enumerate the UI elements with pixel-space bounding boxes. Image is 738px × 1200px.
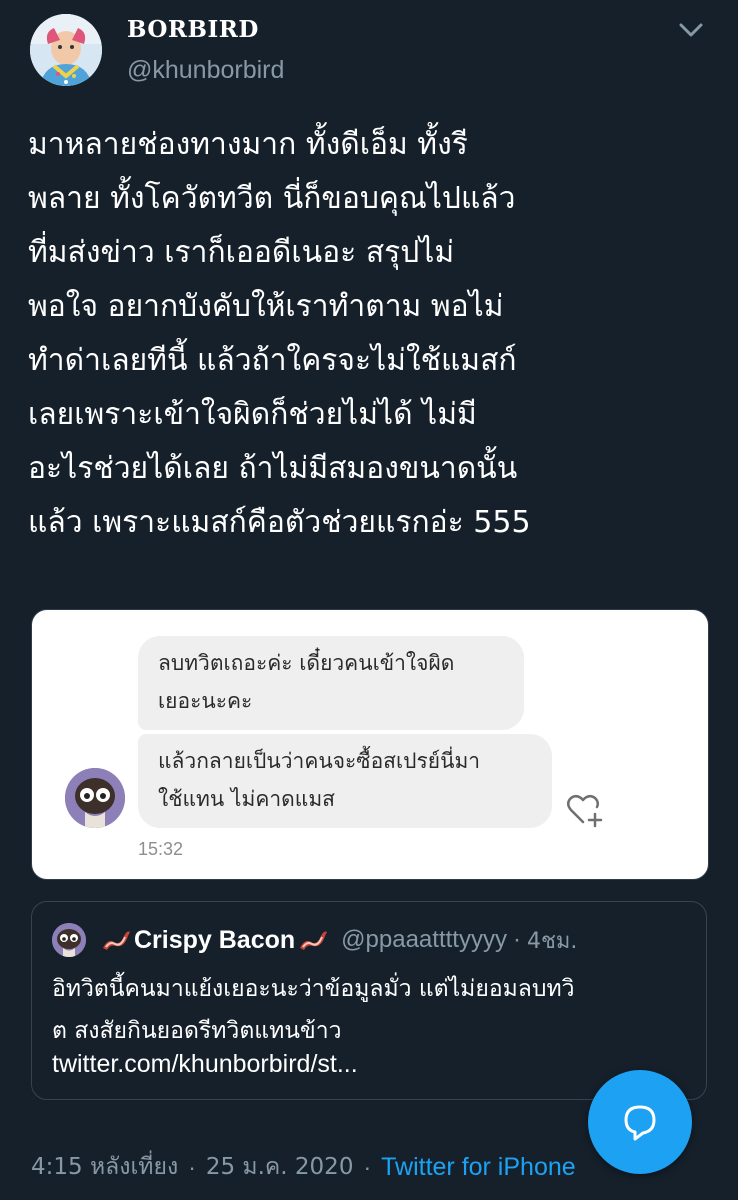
quoted-author-row: Crispy Bacon @ppaaattttyyyy · 4ชม.	[100, 922, 577, 958]
quoted-tweet-time: 4ชม.	[526, 928, 578, 954]
separator-dot: ·	[363, 1153, 372, 1180]
author-display-name[interactable]: BORBIRD	[127, 16, 259, 43]
tweet-time: 4:15 หลังเที่ยง	[31, 1154, 179, 1180]
chat-avatar	[65, 768, 125, 828]
tweet-detail-screen: BORBIRD @khunborbird มาหลายช่องทางมาก ทั…	[0, 0, 738, 1200]
reply-bubble-icon	[624, 1105, 656, 1141]
bacon-emoji-icon	[100, 928, 132, 952]
bacon-emoji-icon	[297, 928, 329, 952]
quoted-tweet[interactable]: Crispy Bacon @ppaaattttyyyy · 4ชม. อิทวิ…	[31, 901, 707, 1100]
tweet-date: 25 ม.ค. 2020	[205, 1154, 354, 1180]
reply-compose-button[interactable]	[588, 1070, 692, 1174]
tweet-text: มาหลายช่องทางมาก ทั้งดีเอ็ม ทั้งรี พลาย …	[28, 127, 531, 540]
quoted-author-handle: @ppaaattttyyyy	[341, 926, 507, 953]
attached-image[interactable]: ลบทวิตเถอะค่ะ เดี๋ยวคนเข้าใจผิด เยอะนะคะ…	[31, 609, 709, 880]
chevron-down-icon[interactable]	[678, 20, 704, 40]
quoted-tweet-text: อิทวิตนี้คนมาแย้งเยอะนะว่าข้อมูลมั่ว แต่…	[52, 976, 575, 1044]
quoted-author-avatar	[52, 923, 86, 957]
quoted-tweet-link[interactable]: twitter.com/khunborbird/st...	[52, 1050, 358, 1079]
author-avatar[interactable]	[30, 14, 102, 86]
chat-timestamp: 15:32	[138, 839, 184, 859]
tweet-source-link[interactable]: Twitter for iPhone	[381, 1153, 576, 1182]
chat-bubble: ลบทวิตเถอะค่ะ เดี๋ยวคนเข้าใจผิด เยอะนะคะ	[138, 636, 524, 730]
quoted-author-name: Crispy Bacon	[134, 925, 296, 954]
author-username[interactable]: @khunborbird	[127, 56, 284, 85]
heart-plus-icon	[566, 792, 606, 828]
tweet-meta: 4:15 หลังเที่ยง · 25 ม.ค. 2020 · Twitter…	[31, 1150, 576, 1184]
separator-dot: ·	[512, 926, 521, 953]
separator-dot: ·	[188, 1153, 196, 1180]
chat-bubble: แล้วกลายเป็นว่าคนจะซื้อสเปรย์นี่มา ใช้แท…	[138, 734, 552, 828]
